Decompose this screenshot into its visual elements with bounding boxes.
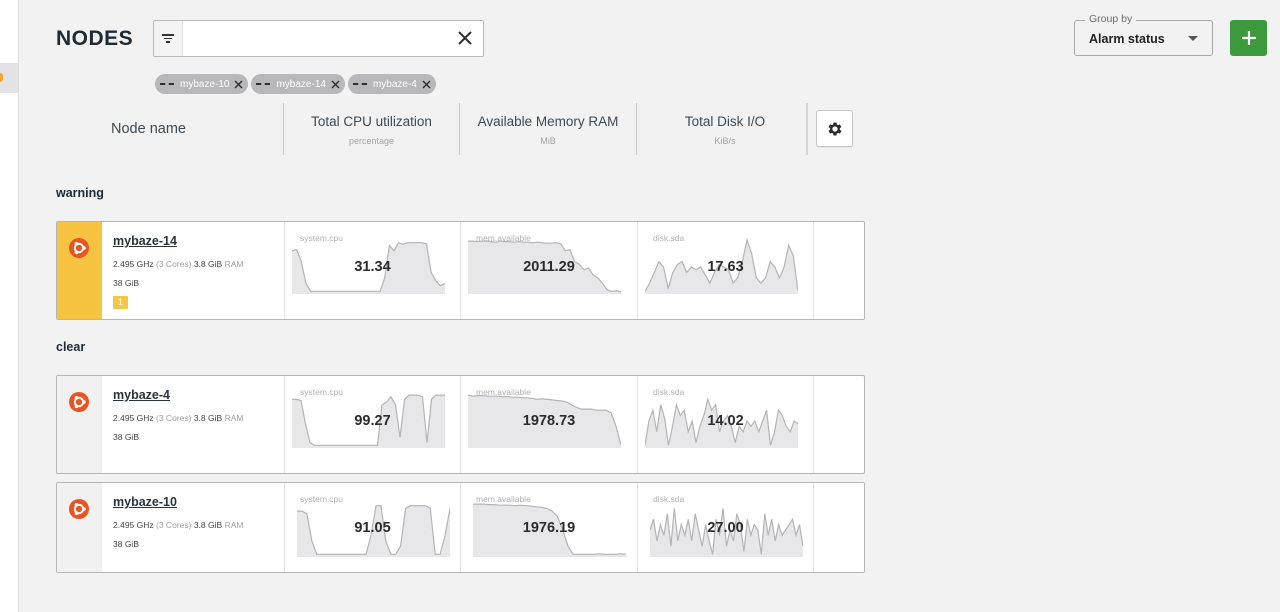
- row-divider: [813, 376, 814, 473]
- node-name-link[interactable]: mybaze-14: [113, 234, 177, 248]
- page-title: NODES: [56, 27, 134, 50]
- ram-unit: RAM: [224, 413, 244, 423]
- dashed-line-icon: [352, 83, 367, 85]
- disk-size: 38 GiB: [113, 539, 139, 549]
- ram-size: 3.8 GiB: [193, 259, 223, 269]
- disk-value: 27.00: [707, 520, 744, 536]
- column-header-memory-unit: MiB: [540, 136, 556, 146]
- column-header-cpu-title: Total CPU utilization: [311, 114, 432, 129]
- filter-icon[interactable]: [154, 21, 183, 56]
- group-by-select[interactable]: Group by Alarm status: [1074, 13, 1213, 56]
- ubuntu-logo-icon: [69, 392, 89, 412]
- column-header-memory[interactable]: Available Memory RAM MiB: [460, 103, 637, 155]
- filter-chip: mybaze-10: [155, 74, 249, 94]
- node-spec: 2.495 GHz (3 Cores) 3.8 GiB RAM: [113, 520, 243, 530]
- core-count: (3 Cores): [156, 259, 192, 269]
- node-card[interactable]: mybaze-10 2.495 GHz (3 Cores) 3.8 GiB RA…: [56, 482, 865, 573]
- dashed-line-icon: [256, 83, 271, 85]
- filter-chip-label: mybaze-14: [276, 78, 326, 90]
- cpu-frequency: 2.495 GHz: [113, 259, 154, 269]
- remove-chip-icon[interactable]: [330, 79, 341, 90]
- group-label-warning: warning: [56, 186, 104, 200]
- memory-value: 2011.29: [523, 259, 575, 275]
- row-divider: [813, 483, 814, 572]
- column-header-cpu-unit: percentage: [348, 136, 395, 146]
- group-by-value: Alarm status: [1089, 32, 1165, 46]
- disk-chart-cell[interactable]: disk.sda 27.00: [637, 483, 813, 572]
- remove-chip-icon[interactable]: [233, 79, 244, 90]
- ram-unit: RAM: [224, 259, 244, 269]
- memory-value: 1978.73: [522, 413, 576, 429]
- memory-chart-cell[interactable]: mem.available 1978.73: [460, 376, 637, 473]
- left-rail: [0, 0, 19, 612]
- node-spec: 2.495 GHz (3 Cores) 3.8 GiB RAM: [113, 413, 243, 423]
- gear-icon: [828, 121, 841, 136]
- clear-filter-icon[interactable]: [453, 26, 477, 50]
- filter-input[interactable]: [184, 21, 452, 56]
- filter-chip-label: mybaze-4: [372, 78, 417, 90]
- cpu-value: 91.05: [354, 520, 391, 536]
- core-count: (3 Cores): [156, 520, 192, 530]
- row-divider: [813, 222, 814, 319]
- filter-chip: mybaze-4: [347, 74, 436, 94]
- memory-value: 1976.19: [522, 520, 576, 536]
- node-card[interactable]: mybaze-4 2.495 GHz (3 Cores) 3.8 GiB RAM…: [56, 375, 865, 474]
- disk-size: 38 GiB: [113, 278, 139, 288]
- column-header-disk-title: Total Disk I/O: [684, 114, 766, 129]
- cpu-chart-cell[interactable]: system.cpu 99.27: [284, 376, 460, 473]
- ram-unit: RAM: [224, 520, 244, 530]
- core-count: (3 Cores): [156, 413, 192, 423]
- column-header-disk[interactable]: Total Disk I/O KiB/s: [637, 103, 813, 155]
- status-strip: [57, 376, 102, 473]
- filter-box: [153, 20, 484, 57]
- remove-chip-icon[interactable]: [421, 79, 432, 90]
- disk-chart-cell[interactable]: disk.sda 14.02: [637, 376, 813, 473]
- filter-chip: mybaze-14: [251, 74, 345, 94]
- ubuntu-logo-icon: [69, 499, 89, 519]
- alarm-count-badge[interactable]: 1: [113, 296, 128, 309]
- column-header-memory-title: Available Memory RAM: [477, 114, 619, 129]
- node-name-link[interactable]: mybaze-10: [113, 495, 177, 509]
- dashed-line-icon: [160, 83, 174, 85]
- cpu-frequency: 2.495 GHz: [113, 520, 154, 530]
- cpu-value: 99.27: [354, 413, 391, 429]
- filter-chips: mybaze-10 mybaze-14 mybaze-4: [155, 74, 436, 94]
- ubuntu-logo-icon: [69, 238, 89, 258]
- disk-value: 14.02: [707, 413, 744, 429]
- column-header-disk-unit: KiB/s: [714, 136, 736, 146]
- node-name-link[interactable]: mybaze-4: [113, 388, 170, 402]
- node-spec: 2.495 GHz (3 Cores) 3.8 GiB RAM: [113, 259, 243, 269]
- node-card[interactable]: mybaze-14 2.495 GHz (3 Cores) 3.8 GiB RA…: [56, 221, 865, 320]
- column-settings-button[interactable]: [816, 110, 853, 147]
- cpu-chart-cell[interactable]: system.cpu 91.05: [284, 483, 460, 572]
- column-header-cpu[interactable]: Total CPU utilization percentage: [284, 103, 460, 155]
- memory-chart-cell[interactable]: mem.available 2011.29: [460, 222, 637, 319]
- filter-chip-label: mybaze-10: [180, 78, 230, 90]
- caret-down-icon: [1188, 36, 1198, 41]
- disk-chart-cell[interactable]: disk.sda 17.63: [637, 222, 813, 319]
- ram-size: 3.8 GiB: [193, 413, 223, 423]
- disk-size: 38 GiB: [113, 432, 139, 442]
- disk-value: 17.63: [707, 259, 744, 275]
- ram-size: 3.8 GiB: [193, 520, 223, 530]
- add-node-button[interactable]: [1230, 20, 1267, 56]
- cpu-frequency: 2.495 GHz: [113, 413, 154, 423]
- memory-chart-cell[interactable]: mem.available 1976.19: [460, 483, 637, 572]
- settings-divider: [806, 103, 808, 155]
- column-header-node-name: Node name: [111, 121, 186, 137]
- group-label-clear: clear: [56, 340, 86, 354]
- group-by-label: Group by: [1085, 13, 1137, 25]
- cpu-chart-cell[interactable]: system.cpu 31.34: [284, 222, 460, 319]
- plus-icon: [1241, 31, 1256, 45]
- cpu-value: 31.34: [354, 259, 391, 275]
- status-strip: [57, 222, 102, 319]
- status-strip: [57, 483, 102, 572]
